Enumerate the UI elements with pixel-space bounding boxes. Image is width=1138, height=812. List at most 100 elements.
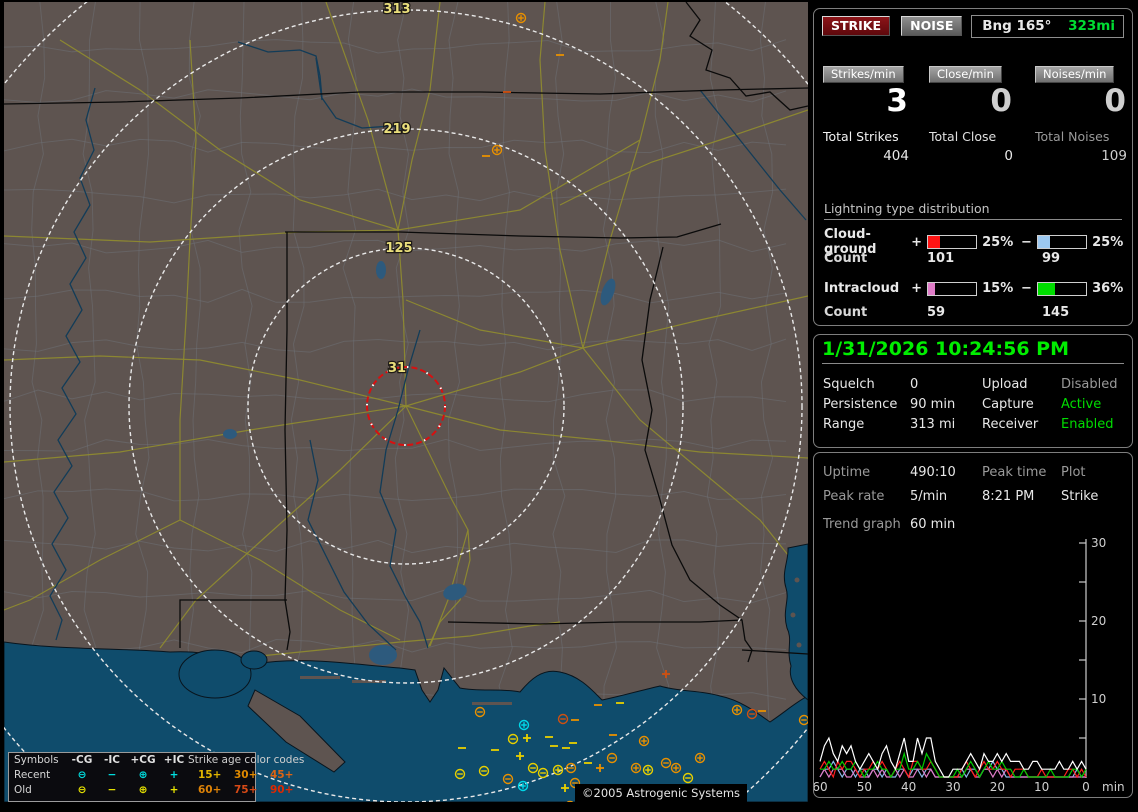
ic-negative-pct: 36% bbox=[1092, 281, 1124, 296]
intracloud-label: Intracloud bbox=[824, 281, 900, 296]
total-close-label: Total Close bbox=[929, 129, 997, 144]
noises-per-min-value: 0 bbox=[1104, 83, 1127, 119]
range-value: 313 mi bbox=[910, 417, 956, 432]
age-75: 75+ bbox=[234, 784, 258, 796]
bearing-label: Bng 165° bbox=[982, 18, 1052, 34]
circle-plus-icon: ⊕ bbox=[138, 769, 148, 781]
persistence-label: Persistence bbox=[823, 397, 898, 412]
svg-text:20: 20 bbox=[1091, 614, 1106, 628]
cg-negative-bar bbox=[1036, 235, 1088, 249]
age-15: 15+ bbox=[198, 769, 222, 781]
svg-text:20: 20 bbox=[990, 780, 1005, 794]
count-label: Count bbox=[824, 305, 868, 320]
minus-icon: − bbox=[107, 784, 117, 796]
capture-label: Capture bbox=[982, 397, 1034, 412]
noises-per-min-button[interactable]: Noises/min bbox=[1035, 66, 1115, 83]
circle-minus-icon: ⊖ bbox=[77, 769, 87, 781]
svg-text:313: 313 bbox=[383, 2, 410, 17]
map-legend: Symbols -CG -IC +CG +IC Strike age color… bbox=[8, 752, 304, 802]
trend-graph-value: 60 min bbox=[910, 517, 956, 532]
svg-text:0: 0 bbox=[1082, 780, 1090, 794]
cg-positive-bar bbox=[926, 235, 978, 249]
svg-text:40: 40 bbox=[901, 780, 916, 794]
trend-graph-label: Trend graph bbox=[823, 517, 901, 532]
peak-rate-label: Peak rate bbox=[823, 489, 885, 504]
cg-negative-count: 99 bbox=[1042, 251, 1061, 266]
legend-col-pic: +IC bbox=[163, 754, 185, 766]
trend-panel: Uptime 490:10 Peak time Plot Peak rate 5… bbox=[813, 452, 1133, 798]
copyright-label: ©2005 Astrogenic Systems bbox=[575, 784, 748, 803]
legend-col-ncg: -CG bbox=[71, 754, 93, 766]
ic-negative-bar bbox=[1036, 281, 1088, 296]
cloud-ground-row: Cloud-ground + 25% − 25% bbox=[824, 227, 1126, 257]
plot-label: Plot bbox=[1061, 465, 1086, 480]
squelch-label: Squelch bbox=[823, 377, 875, 392]
lightning-map[interactable]: 313 219 125 31 Symbols -CG -IC +CG +IC S… bbox=[4, 2, 808, 803]
uptime-label: Uptime bbox=[823, 465, 871, 480]
svg-text:min: min bbox=[1102, 780, 1125, 794]
minus-sign: − bbox=[1021, 281, 1032, 296]
upload-state: Disabled bbox=[1061, 377, 1118, 392]
svg-text:30: 30 bbox=[1091, 536, 1106, 550]
svg-text:125: 125 bbox=[385, 241, 412, 256]
status-panel: 1/31/2026 10:24:56 PM Squelch 0 Upload D… bbox=[813, 334, 1133, 448]
legend-col-pcg: +CG bbox=[130, 754, 156, 766]
close-per-min-value: 0 bbox=[990, 83, 1013, 119]
peak-time-value: 8:21 PM bbox=[982, 489, 1035, 504]
circle-plus-icon: ⊕ bbox=[138, 784, 148, 796]
minus-icon: − bbox=[107, 769, 117, 781]
persistence-value: 90 min bbox=[910, 397, 956, 412]
svg-text:219: 219 bbox=[383, 122, 410, 137]
plus-icon: + bbox=[169, 769, 179, 781]
age-30: 30+ bbox=[234, 769, 258, 781]
ic-positive-bar bbox=[926, 281, 978, 296]
range-label: Range bbox=[823, 417, 865, 432]
ic-positive-count: 59 bbox=[927, 305, 946, 320]
peak-rate-value: 5/min bbox=[910, 489, 948, 504]
squelch-value: 0 bbox=[910, 377, 919, 392]
count-label: Count bbox=[824, 251, 868, 266]
total-noises-label: Total Noises bbox=[1035, 129, 1110, 144]
legend-row-old: Old bbox=[14, 784, 32, 796]
upload-label: Upload bbox=[982, 377, 1028, 392]
age-90: 90+ bbox=[270, 784, 294, 796]
legend-symbols-header: Symbols bbox=[14, 754, 59, 766]
ic-positive-pct: 15% bbox=[982, 281, 1014, 296]
cg-negative-pct: 25% bbox=[1092, 234, 1124, 250]
nexstorm-app-window: 313 219 125 31 Symbols -CG -IC +CG +IC S… bbox=[0, 0, 1138, 812]
age-60: 60+ bbox=[198, 784, 222, 796]
legend-col-nic: -IC bbox=[104, 754, 120, 766]
circle-minus-icon: ⊖ bbox=[77, 784, 87, 796]
strike-button[interactable]: STRIKE bbox=[822, 16, 891, 36]
bearing-range: 323mi bbox=[1068, 18, 1115, 34]
datetime-display: 1/31/2026 10:24:56 PM bbox=[822, 338, 1124, 364]
counters-panel: STRIKE NOISE Bng 165° 323mi Strikes/min … bbox=[813, 8, 1133, 326]
legend-age-header: Strike age color codes bbox=[188, 754, 305, 766]
age-45: 45+ bbox=[270, 769, 294, 781]
svg-text:31: 31 bbox=[388, 361, 406, 376]
svg-text:30: 30 bbox=[945, 780, 960, 794]
svg-text:60: 60 bbox=[814, 780, 828, 794]
svg-text:50: 50 bbox=[857, 780, 872, 794]
strikes-per-min-button[interactable]: Strikes/min bbox=[823, 66, 904, 83]
minus-sign: − bbox=[1021, 234, 1032, 250]
close-per-min-button[interactable]: Close/min bbox=[929, 66, 1002, 83]
svg-text:10: 10 bbox=[1034, 780, 1049, 794]
bearing-display: Bng 165° 323mi bbox=[971, 15, 1124, 38]
plot-value: Strike bbox=[1061, 489, 1099, 504]
total-noises-value: 109 bbox=[1101, 148, 1127, 164]
total-strikes-value: 404 bbox=[883, 148, 909, 164]
noise-button[interactable]: NOISE bbox=[901, 16, 963, 36]
cg-positive-count: 101 bbox=[927, 251, 955, 266]
cg-positive-pct: 25% bbox=[982, 234, 1014, 250]
ic-negative-count: 145 bbox=[1042, 305, 1070, 320]
trend-series-total bbox=[819, 736, 1087, 778]
strikes-per-min-value: 3 bbox=[886, 83, 909, 119]
intracloud-row: Intracloud + 15% − 36% bbox=[824, 281, 1126, 296]
plus-sign: + bbox=[911, 234, 922, 250]
receiver-label: Receiver bbox=[982, 417, 1039, 432]
legend-row-recent: Recent bbox=[14, 769, 51, 781]
svg-text:10: 10 bbox=[1091, 692, 1106, 706]
distribution-title: Lightning type distribution bbox=[824, 201, 1122, 220]
total-strikes-label: Total Strikes bbox=[823, 129, 899, 144]
